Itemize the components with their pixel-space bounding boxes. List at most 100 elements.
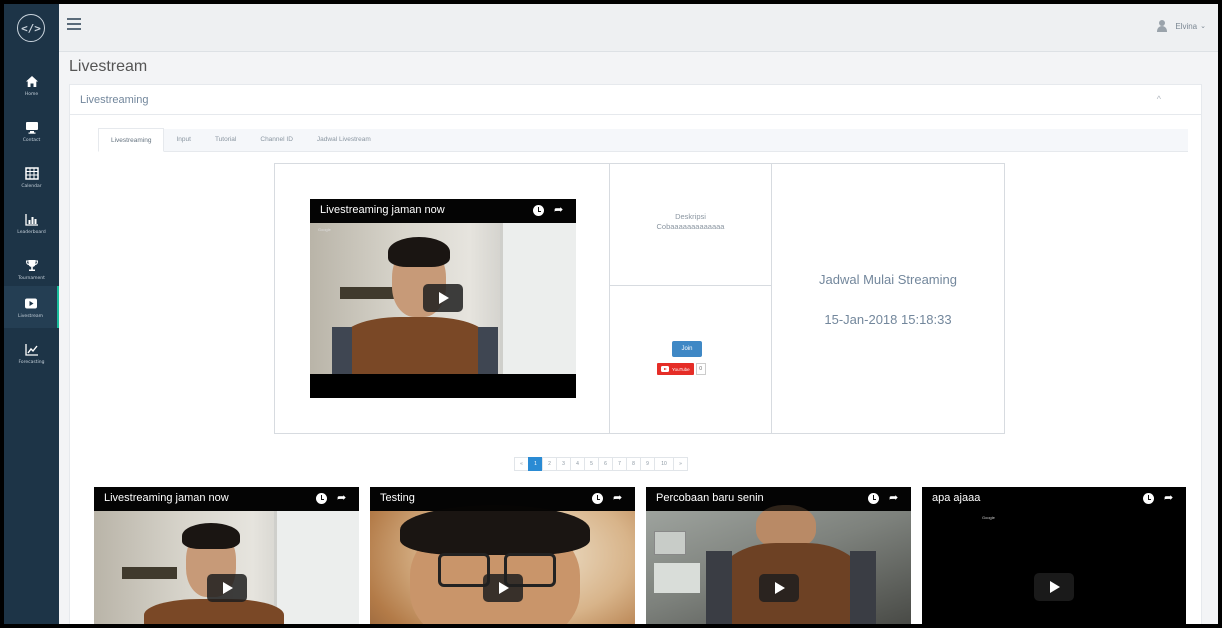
sidebar-item-label: Livestream [18,314,43,319]
pagination-page[interactable]: 4 [570,457,585,471]
sidebar-item-calendar[interactable]: Calendar [4,156,59,198]
video-thumbnail[interactable]: apa ajaaa ➦ Google [922,487,1186,624]
tab-channel-id[interactable]: Channel ID [248,128,305,151]
hamburger-menu-icon[interactable] [67,18,81,30]
video-frame [654,563,700,593]
pagination-page[interactable]: 7 [612,457,627,471]
home-icon [23,73,41,89]
description-cell: Deskripsi Cobaaaaaaaaaaaaa [610,164,772,286]
collapse-icon[interactable]: ^ [1157,94,1161,104]
pagination-next[interactable]: » [673,457,688,471]
video-frame [500,223,576,398]
description: Deskripsi Cobaaaaaaaaaaaaa [610,212,771,232]
description-text: Cobaaaaaaaaaaaaa [656,222,725,231]
pagination-page[interactable]: 3 [556,457,571,471]
sidebar-item-leaderboard[interactable]: Leaderboard [4,202,59,244]
video-thumbnail[interactable]: Livestreaming jaman now ➦ [94,487,359,624]
play-square-icon [22,295,40,311]
watch-later-icon[interactable] [1143,493,1154,504]
pagination-page[interactable]: 2 [542,457,557,471]
tab-jadwal-livestream[interactable]: Jadwal Livestream [305,128,383,151]
play-button-icon[interactable] [759,574,799,602]
video-frame [274,511,359,624]
pagination: « 1 2 3 4 5 6 7 8 9 10 » [514,457,688,471]
description-label: Deskripsi [675,212,706,221]
video-actions: ➦ [592,493,625,504]
video-actions: ➦ [316,493,349,504]
sidebar-item-tournament[interactable]: Tournament [4,248,59,290]
share-icon[interactable]: ➦ [889,493,901,504]
sidebar-item-livestream[interactable]: Livestream [4,286,59,328]
sidebar: </> Home Contact Calendar Leaderboard To… [4,4,59,624]
tab-input[interactable]: Input [164,128,202,151]
pagination-page[interactable]: 8 [626,457,641,471]
monitor-icon [23,119,41,135]
subscriber-count: 0 [695,363,706,375]
video-frame [388,237,450,267]
livestream-panel: Livestreaming ^ Livestreaming Input Tuto… [69,84,1202,624]
user-menu[interactable]: Elvina ⌄ [1157,20,1206,32]
video-frame [332,327,352,377]
line-chart-icon [23,341,41,357]
main-video-player[interactable]: Livestreaming jaman now ➦ Google [310,199,576,398]
video-frame [144,599,284,624]
watch-later-icon[interactable] [316,493,327,504]
pagination-prev[interactable]: « [514,457,529,471]
sidebar-item-label: Forecasting [18,360,45,365]
watch-later-icon[interactable] [533,205,544,216]
calendar-icon [23,165,41,181]
video-thumbnail[interactable]: Testing ➦ [370,487,635,624]
trophy-icon [23,257,41,273]
topbar: Elvina ⌄ [59,4,1218,52]
sidebar-item-label: Calendar [21,184,42,189]
pagination-page[interactable]: 9 [640,457,655,471]
logo[interactable]: </> [17,14,45,42]
youtube-subscribe: YouTube 0 [657,363,706,375]
video-frame [400,505,590,555]
sidebar-item-home[interactable]: Home [4,64,59,106]
video-thumbnail[interactable]: Percobaan baru senin ➦ [646,487,911,624]
video-actions: ➦ [868,493,901,504]
video-frame [654,531,686,555]
play-button-icon[interactable] [483,574,523,602]
join-button[interactable]: Join [672,341,702,357]
share-icon[interactable]: ➦ [337,493,349,504]
watermark: Google [982,515,995,520]
tab-livestreaming[interactable]: Livestreaming [98,128,165,152]
play-button-icon[interactable] [423,284,463,312]
video-frame [182,523,240,549]
video-actions: ➦ [1143,493,1176,504]
panel-title: Livestreaming [80,94,149,106]
youtube-icon [661,366,669,372]
play-button-icon[interactable] [1034,573,1074,601]
user-icon [1157,20,1168,32]
video-frame [340,317,490,377]
sidebar-item-label: Leaderboard [17,230,46,235]
tab-bar: Livestreaming Input Tutorial Channel ID … [98,128,1188,152]
pagination-page[interactable]: 10 [654,457,674,471]
watch-later-icon[interactable] [592,493,603,504]
play-button-icon[interactable] [207,574,247,602]
panel-header: Livestreaming ^ [70,85,1201,115]
pagination-page[interactable]: 1 [528,457,543,471]
share-icon[interactable]: ➦ [1164,493,1176,504]
youtube-subscribe-button[interactable]: YouTube [657,363,694,375]
pagination-page[interactable]: 5 [584,457,599,471]
video-actions: ➦ [533,205,566,216]
schedule-cell: Jadwal Mulai Streaming 15-Jan-2018 15:18… [772,164,1004,433]
share-icon[interactable]: ➦ [554,205,566,216]
stream-table: Livestreaming jaman now ➦ Google Deskrip… [274,163,1005,434]
sidebar-item-contact[interactable]: Contact [4,110,59,152]
user-name: Elvina [1175,21,1198,31]
schedule-title: Jadwal Mulai Streaming [818,272,957,287]
video-frame [122,567,177,579]
bar-chart-icon [23,211,41,227]
video-frame [478,327,498,377]
sidebar-item-label: Home [24,92,39,97]
tab-tutorial[interactable]: Tutorial [203,128,248,151]
pagination-page[interactable]: 6 [598,457,613,471]
watch-later-icon[interactable] [868,493,879,504]
share-icon[interactable]: ➦ [613,493,625,504]
video-frame [850,551,876,624]
sidebar-item-forecasting[interactable]: Forecasting [4,332,59,374]
